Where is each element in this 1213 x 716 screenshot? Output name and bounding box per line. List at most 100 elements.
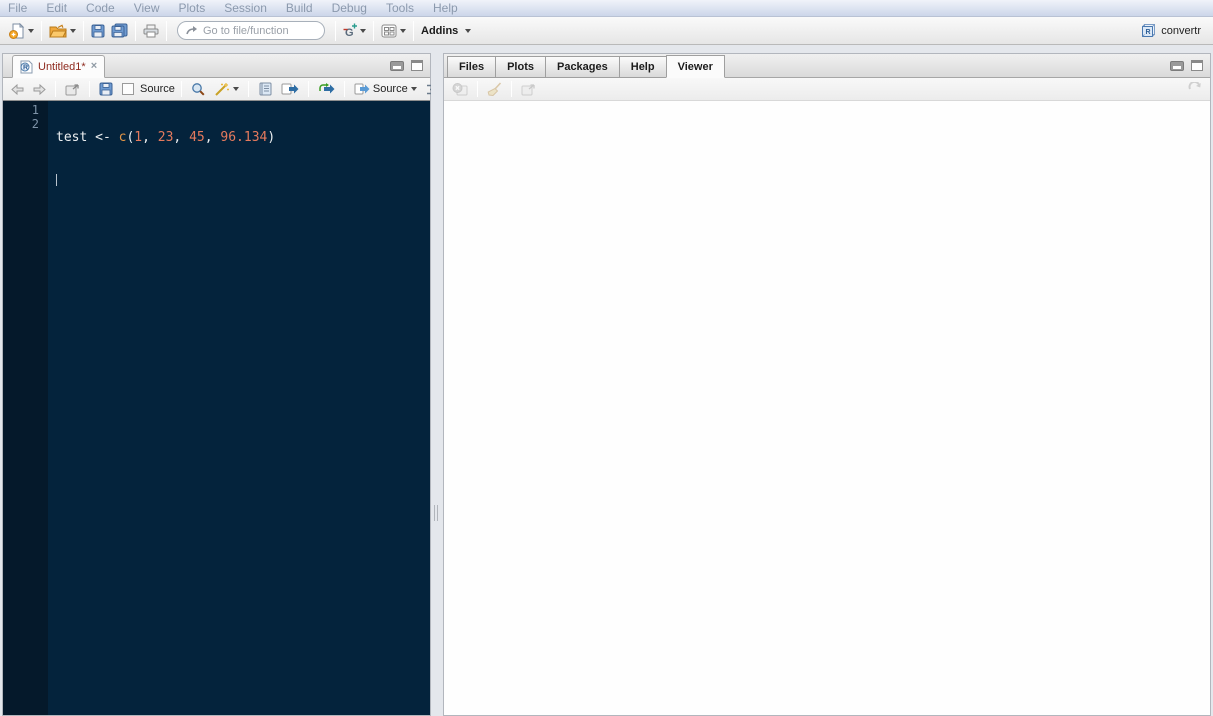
save-all-button[interactable]	[108, 22, 131, 39]
viewer-content	[444, 101, 1210, 715]
menu-bar: File Edit Code View Plots Session Build …	[0, 0, 1213, 17]
magic-wand-icon	[214, 82, 230, 96]
source-tabbar: R Untitled1* ×	[3, 54, 430, 78]
viewer-toolbar	[444, 78, 1210, 101]
goto-file-search[interactable]	[177, 21, 325, 40]
goto-arrow-icon	[186, 25, 198, 36]
goto-file-input[interactable]	[203, 24, 316, 37]
version-control-icon: G	[343, 23, 357, 39]
tab-plots[interactable]: Plots	[495, 56, 546, 78]
code-area[interactable]: test <- c(1, 23, 45, 96.134)	[48, 101, 430, 715]
source-tab-untitled1[interactable]: R Untitled1* ×	[12, 55, 106, 78]
popout-window-button[interactable]	[62, 82, 83, 97]
source-button[interactable]: Source	[351, 82, 420, 96]
workspace-panes-icon	[381, 24, 397, 38]
svg-text:R: R	[23, 64, 28, 71]
new-file-button[interactable]	[6, 22, 37, 40]
compile-notebook-button[interactable]	[255, 81, 275, 97]
viewer-tabbar: Files Plots Packages Help Viewer	[444, 54, 1210, 78]
project-name: convertr	[1161, 24, 1201, 37]
open-file-icon	[49, 23, 67, 38]
text-cursor	[56, 173, 57, 186]
refresh-viewer-button[interactable]	[1185, 81, 1205, 97]
menu-edit[interactable]: Edit	[46, 1, 67, 15]
minimize-pane-icon[interactable]	[1170, 60, 1184, 71]
print-button[interactable]	[140, 23, 162, 39]
line-number: 1	[31, 103, 39, 117]
source-on-save-checkbox[interactable]	[119, 82, 137, 96]
menu-code[interactable]: Code	[86, 1, 115, 15]
addins-dropdown-caret[interactable]	[465, 28, 472, 33]
viewer-popout-button[interactable]	[518, 82, 539, 97]
code-line-1: test <- c(1, 23, 45, 96.134)	[56, 130, 276, 145]
workspace-panes-dropdown-caret[interactable]	[400, 28, 406, 33]
toolbar-separator	[166, 20, 167, 41]
checkbox-unchecked[interactable]	[122, 83, 134, 95]
menu-session[interactable]: Session	[224, 1, 267, 15]
save-document-button[interactable]	[96, 81, 116, 97]
svg-text:R: R	[1146, 29, 1151, 36]
tab-help[interactable]: Help	[618, 56, 667, 78]
close-tab-icon[interactable]: ×	[91, 61, 97, 72]
menu-view[interactable]: View	[134, 1, 160, 15]
toolbar-separator	[335, 20, 336, 41]
code-editor[interactable]: 1 2 test <- c(1, 23, 45, 96.134)	[3, 101, 430, 715]
tab-files[interactable]: Files	[447, 56, 497, 78]
save-icon	[91, 24, 105, 38]
main-toolbar: G Addins R	[0, 17, 1213, 45]
toolbar-separator	[413, 20, 414, 41]
menu-plots[interactable]: Plots	[179, 1, 206, 15]
toolbar-separator	[373, 20, 374, 41]
open-file-dropdown-caret[interactable]	[70, 28, 76, 33]
code-line-2	[56, 173, 430, 187]
forward-button[interactable]	[30, 83, 49, 96]
minimize-pane-icon[interactable]	[390, 60, 404, 71]
addins-button[interactable]: Addins	[418, 24, 474, 38]
menu-debug[interactable]: Debug	[332, 1, 367, 15]
back-button[interactable]	[8, 83, 27, 96]
popout-icon	[521, 83, 536, 96]
find-replace-button[interactable]	[188, 81, 208, 97]
line-number: 2	[31, 117, 39, 131]
toolbar-separator	[41, 20, 42, 41]
tab-viewer[interactable]: Viewer	[665, 55, 725, 78]
version-control-button[interactable]: G	[340, 22, 369, 40]
clear-viewer-button[interactable]	[484, 81, 505, 97]
toolbar-separator	[83, 20, 84, 41]
code-tools-dropdown-caret[interactable]	[232, 87, 239, 91]
pane-splitter[interactable]	[431, 53, 443, 716]
workspace-panes-button[interactable]	[378, 23, 409, 39]
rerun-button[interactable]	[315, 82, 338, 96]
splitter-grip-icon	[434, 505, 438, 521]
new-file-dropdown-caret[interactable]	[28, 28, 34, 33]
toolbar-separator	[135, 20, 136, 41]
source-editor-toolbar: Source Source	[3, 78, 438, 101]
viewer-pane: Files Plots Packages Help Viewer	[443, 53, 1211, 716]
open-file-button[interactable]	[46, 23, 79, 39]
code-tools-button[interactable]	[211, 81, 242, 97]
tab-packages[interactable]: Packages	[544, 56, 620, 78]
source-dropdown-caret[interactable]	[410, 87, 417, 91]
stop-viewer-button[interactable]	[449, 82, 471, 97]
menu-build[interactable]: Build	[286, 1, 313, 15]
print-icon	[143, 24, 159, 38]
source-tab-title: Untitled1*	[38, 60, 86, 73]
broom-icon	[487, 82, 502, 96]
maximize-pane-icon[interactable]	[1191, 60, 1203, 71]
project-cube-icon: R	[1141, 23, 1156, 38]
maximize-pane-icon[interactable]	[411, 60, 423, 71]
run-button[interactable]	[278, 82, 302, 96]
refresh-icon	[1188, 82, 1202, 96]
source-pane: R Untitled1* × Source Source 1 2 test <-…	[2, 53, 438, 716]
save-button[interactable]	[88, 23, 108, 39]
project-selector[interactable]: R convertr	[1141, 23, 1207, 38]
version-control-dropdown-caret[interactable]	[360, 28, 366, 33]
line-number-gutter: 1 2	[3, 101, 48, 715]
save-all-icon	[111, 23, 128, 38]
menu-tools[interactable]: Tools	[386, 1, 414, 15]
stop-icon	[452, 82, 468, 96]
menu-help[interactable]: Help	[433, 1, 458, 15]
r-file-icon: R	[20, 60, 33, 74]
menu-file[interactable]: File	[8, 1, 27, 15]
addins-label: Addins	[421, 24, 459, 37]
